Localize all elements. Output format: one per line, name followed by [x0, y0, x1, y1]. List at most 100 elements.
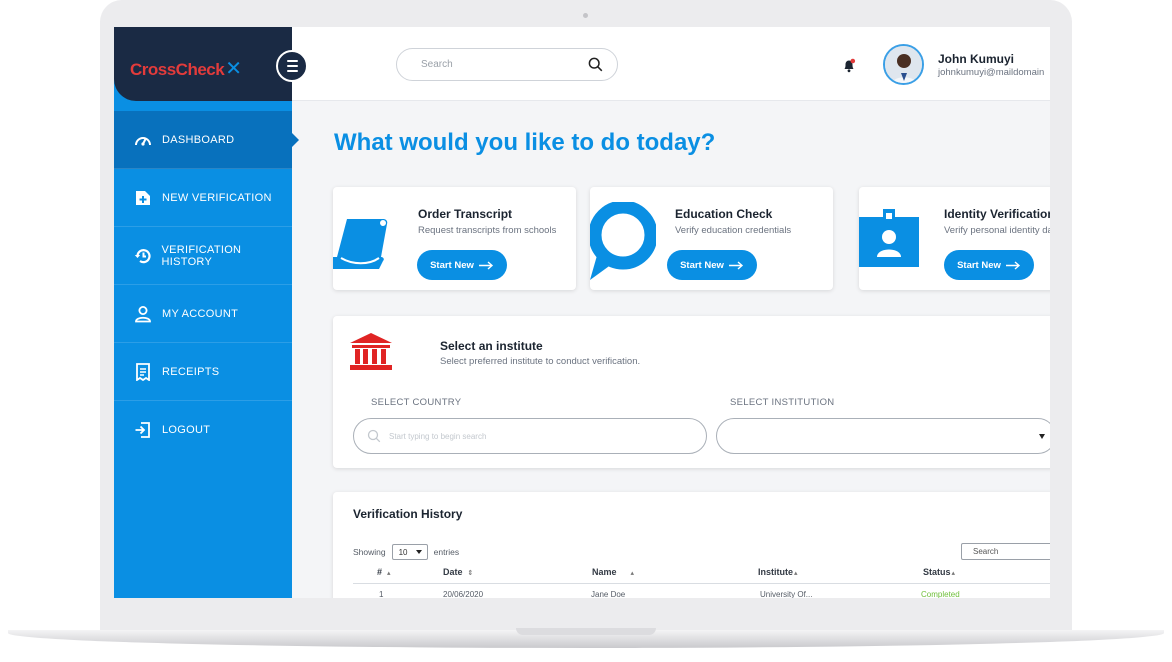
- chevron-down-icon: [415, 550, 422, 554]
- menu-toggle-button[interactable]: [276, 50, 308, 82]
- entries-value: 10: [398, 547, 408, 557]
- sidebar-item-my-account[interactable]: MY ACCOUNT: [114, 285, 292, 343]
- hamburger-line: [286, 65, 298, 67]
- button-label: Start New: [680, 259, 724, 271]
- column-label: Name: [592, 567, 617, 577]
- column-label: Date: [443, 567, 463, 577]
- id-badge-icon: [859, 209, 919, 267]
- laptop-notch: [516, 628, 656, 635]
- sort-icon: ▴: [794, 570, 798, 577]
- sidebar-item-label: VERIFICATION HISTORY: [161, 243, 242, 268]
- camera-dot: [583, 13, 588, 18]
- column-label: Institute: [758, 567, 793, 577]
- start-new-education-button[interactable]: Start New: [667, 250, 757, 280]
- sort-icon: ▴: [630, 570, 635, 577]
- cell-name: Jane Doe: [591, 590, 626, 598]
- sort-icon: ▴: [387, 570, 391, 577]
- cell-institute: University Of...: [760, 590, 813, 598]
- institution-building-icon: [350, 333, 392, 370]
- column-label: #: [377, 567, 383, 577]
- column-label: Status: [923, 567, 951, 577]
- sidebar-item-label: RECEIPTS: [162, 365, 220, 378]
- table-header-divider: [353, 583, 1050, 584]
- user-name[interactable]: John Kumuyi: [938, 52, 1014, 66]
- institute-title: Select an institute: [440, 339, 543, 353]
- hamburger-line: [286, 60, 298, 62]
- showing-label: Showing: [353, 547, 386, 557]
- start-new-identity-button[interactable]: Start New: [944, 250, 1034, 280]
- entries-control: Showing 10 entries: [353, 544, 459, 560]
- sidebar-item-label: LOGOUT: [162, 424, 211, 436]
- arrow-right-icon: [478, 260, 493, 270]
- user-email: johnkumuyi@maildomain: [938, 67, 1045, 78]
- card-description: Request transcripts from schools: [418, 225, 557, 236]
- sort-icon: ▴: [951, 570, 956, 577]
- logo-mark: ✕: [225, 58, 242, 80]
- search-icon: [367, 429, 381, 443]
- identity-verification-card: Identity Verification Verify personal id…: [859, 187, 1050, 290]
- logout-icon: [133, 420, 153, 440]
- app-screen: CrossCheck✕ DASHBOARD NEW VERIFICATION V…: [114, 27, 1050, 598]
- sidebar-item-logout[interactable]: LOGOUT: [114, 401, 292, 459]
- entries-label: entries: [433, 547, 460, 557]
- column-header-institute[interactable]: Institute▴: [758, 567, 798, 577]
- dashboard-gauge-icon: [133, 130, 153, 150]
- history-icon: [133, 246, 153, 266]
- crosscheck-logo[interactable]: CrossCheck✕: [130, 56, 242, 81]
- magnifier-icon: [590, 202, 656, 280]
- add-file-icon: [133, 188, 153, 208]
- chevron-down-icon: [1039, 434, 1045, 439]
- status-badge: Completed: [921, 590, 960, 598]
- sort-icon: ⇕: [467, 570, 474, 577]
- institute-description: Select preferred institute to conduct ve…: [440, 356, 641, 367]
- start-new-transcript-button[interactable]: Start New: [417, 250, 507, 280]
- country-label: SELECT COUNTRY: [371, 397, 462, 408]
- receipt-icon: [133, 362, 153, 382]
- select-institute-panel: Select an institute Select preferred ins…: [333, 316, 1050, 468]
- button-label: Start New: [430, 259, 474, 271]
- scroll-icon: [333, 219, 388, 269]
- page-title: What would you like to do today?: [334, 129, 716, 156]
- education-check-card: Education Check Verify education credent…: [590, 187, 833, 290]
- search-input[interactable]: Search: [396, 48, 618, 81]
- search-placeholder: Search: [421, 59, 453, 70]
- column-header-status[interactable]: Status▴: [923, 567, 955, 577]
- table-search-label: Search: [973, 547, 999, 556]
- hamburger-line: [286, 70, 298, 72]
- top-bar: Search John Kumuyi johnkumuyi@maildomain: [292, 27, 1050, 101]
- notification-bell-icon[interactable]: [842, 58, 856, 78]
- sidebar-item-label: DASHBOARD: [162, 133, 235, 146]
- sidebar-item-verification-history[interactable]: VERIFICATION HISTORY: [114, 227, 292, 285]
- sidebar-item-label: NEW VERIFICATION: [162, 191, 272, 204]
- column-header-name[interactable]: Name ▴: [592, 567, 634, 577]
- card-description: Verify personal identity data: [944, 225, 1050, 236]
- brand-header: CrossCheck✕: [114, 27, 292, 101]
- sidebar-item-label: MY ACCOUNT: [162, 307, 239, 320]
- sidebar-item-new-verification[interactable]: NEW VERIFICATION: [114, 169, 292, 227]
- user-icon: [133, 304, 153, 324]
- institution-label: SELECT INSTITUTION: [730, 397, 835, 408]
- entries-select[interactable]: 10: [391, 544, 428, 560]
- avatar[interactable]: [883, 44, 924, 85]
- sidebar: CrossCheck✕ DASHBOARD NEW VERIFICATION V…: [114, 27, 299, 598]
- card-title: Identity Verification: [944, 207, 1050, 221]
- cell-number: 1: [379, 590, 384, 598]
- card-title: Order Transcript: [418, 207, 513, 221]
- arrow-right-icon: [728, 260, 743, 270]
- sidebar-item-receipts[interactable]: RECEIPTS: [114, 343, 292, 401]
- institution-select[interactable]: [716, 418, 1050, 454]
- arrow-right-icon: [1005, 260, 1020, 270]
- country-search-input[interactable]: Start typing to begin search: [353, 418, 707, 454]
- column-header-date[interactable]: Date ⇕: [443, 567, 473, 577]
- verification-history-panel: Verification History Showing 10 entries …: [333, 492, 1050, 598]
- country-placeholder: Start typing to begin search: [389, 431, 487, 441]
- sidebar-item-dashboard[interactable]: DASHBOARD: [114, 111, 299, 169]
- card-description: Verify education credentials: [675, 225, 792, 236]
- table-search-input[interactable]: Search: [961, 543, 1050, 560]
- column-header-number[interactable]: # ▴: [377, 567, 391, 577]
- card-title: Education Check: [675, 207, 773, 221]
- history-title: Verification History: [353, 507, 463, 521]
- cell-date: 20/06/2020: [443, 590, 484, 598]
- sidebar-nav: DASHBOARD NEW VERIFICATION VERIFICATION …: [114, 111, 299, 459]
- search-icon[interactable]: [588, 57, 603, 72]
